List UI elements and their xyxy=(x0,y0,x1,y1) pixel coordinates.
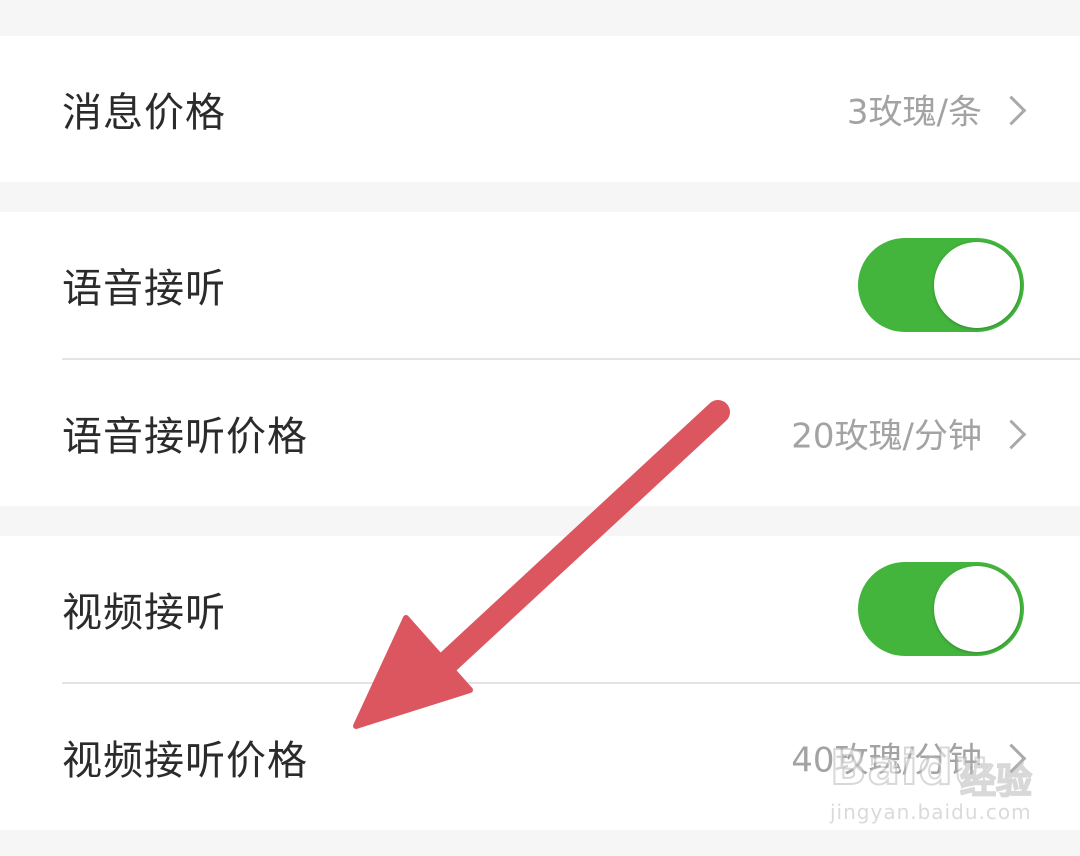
voice-settings-group: 语音接听 语音接听价格 20玫瑰/分钟 xyxy=(0,212,1080,506)
voice-answer-toggle[interactable] xyxy=(858,238,1024,332)
message-price-group: 消息价格 3玫瑰/条 xyxy=(0,36,1080,182)
voice-price-value: 20玫瑰/分钟 xyxy=(791,416,982,457)
voice-answer-label: 语音接听 xyxy=(62,266,226,312)
video-answer-row: 视频接听 xyxy=(0,536,1080,682)
video-settings-group: 视频接听 视频接听价格 40玫瑰/分钟 xyxy=(0,536,1080,830)
video-answer-toggle[interactable] xyxy=(858,562,1024,656)
video-price-row[interactable]: 视频接听价格 40玫瑰/分钟 xyxy=(0,684,1080,830)
message-price-row[interactable]: 消息价格 3玫瑰/条 xyxy=(0,36,1080,182)
chevron-right-icon xyxy=(996,419,1027,450)
toggle-knob xyxy=(934,242,1020,328)
video-price-label: 视频接听价格 xyxy=(62,738,308,784)
message-price-label: 消息价格 xyxy=(62,90,226,136)
voice-price-label: 语音接听价格 xyxy=(62,414,308,460)
message-price-value: 3玫瑰/条 xyxy=(846,92,982,133)
toggle-knob xyxy=(934,566,1020,652)
video-answer-label: 视频接听 xyxy=(62,590,226,636)
voice-answer-row: 语音接听 xyxy=(0,212,1080,358)
video-price-value: 40玫瑰/分钟 xyxy=(791,740,982,781)
chevron-right-icon xyxy=(996,95,1027,126)
chevron-right-icon xyxy=(996,743,1027,774)
voice-price-row[interactable]: 语音接听价格 20玫瑰/分钟 xyxy=(0,360,1080,506)
